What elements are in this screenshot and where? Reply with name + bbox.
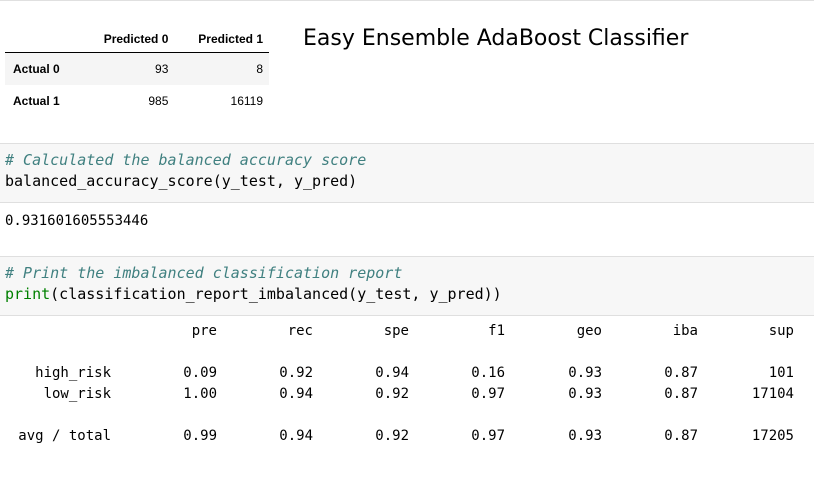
report-value: 17104 bbox=[751, 386, 794, 402]
code-line: balanced_accuracy_score(y_test, y_pred) bbox=[5, 172, 358, 190]
row-header: Actual 0 bbox=[13, 62, 60, 76]
report-value: 0.09 bbox=[183, 365, 217, 381]
report-value: 0.99 bbox=[183, 428, 217, 444]
code-comment: # Calculated the balanced accuracy score bbox=[5, 151, 367, 169]
report-header: sup bbox=[768, 323, 794, 339]
report-value: 0.92 bbox=[279, 365, 313, 381]
report-header: spe bbox=[383, 323, 409, 339]
report-value: 0.97 bbox=[471, 428, 505, 444]
report-value: 0.97 bbox=[471, 386, 505, 402]
code-line: (classification_report_imbalanced(y_test… bbox=[50, 285, 502, 303]
report-header: iba bbox=[672, 323, 698, 339]
report-value: 101 bbox=[768, 365, 794, 381]
report-row-label: avg / total bbox=[18, 428, 111, 444]
report-value: 0.87 bbox=[664, 428, 698, 444]
table-row: Actual 1 985 16119 bbox=[5, 85, 269, 117]
report-value: 0.16 bbox=[471, 365, 505, 381]
report-value: 0.93 bbox=[568, 428, 602, 444]
corner-cell bbox=[5, 26, 80, 53]
table-header-row: Predicted 0 Predicted 1 bbox=[5, 26, 269, 53]
table-cell: 985 bbox=[148, 94, 169, 108]
cell-output-accuracy: 0.931601605553446 bbox=[5, 213, 149, 229]
top-divider bbox=[0, 0, 814, 1]
report-header: pre bbox=[191, 323, 217, 339]
report-value: 0.92 bbox=[375, 428, 409, 444]
report-header: geo bbox=[576, 323, 602, 339]
report-value: 0.94 bbox=[375, 365, 409, 381]
report-value: 0.93 bbox=[568, 386, 602, 402]
report-value: 0.87 bbox=[664, 386, 698, 402]
report-header: rec bbox=[287, 323, 313, 339]
report-value: 0.87 bbox=[664, 365, 698, 381]
report-value: 0.94 bbox=[279, 428, 313, 444]
code-comment: # Print the imbalanced classification re… bbox=[5, 264, 403, 282]
code-builtin: print bbox=[5, 285, 51, 303]
report-header: f1 bbox=[488, 323, 505, 339]
report-row-label: low_risk bbox=[43, 386, 111, 402]
page-title: Easy Ensemble AdaBoost Classifier bbox=[303, 26, 689, 51]
report-row-label: high_risk bbox=[35, 365, 111, 381]
row-header: Actual 1 bbox=[13, 94, 60, 108]
column-header: Predicted 1 bbox=[174, 26, 269, 53]
report-value: 0.93 bbox=[568, 365, 602, 381]
report-value: 0.92 bbox=[375, 386, 409, 402]
table-row: Actual 0 93 8 bbox=[5, 52, 269, 85]
table-cell: 16119 bbox=[230, 94, 263, 108]
code-cell-classification-report[interactable]: # Print the imbalanced classification re… bbox=[0, 256, 814, 316]
report-value: 17205 bbox=[751, 428, 794, 444]
report-value: 0.94 bbox=[279, 386, 313, 402]
table-cell: 8 bbox=[256, 62, 263, 76]
table-cell: 93 bbox=[155, 62, 169, 76]
report-value: 1.00 bbox=[183, 386, 217, 402]
code-cell-balanced-accuracy[interactable]: # Calculated the balanced accuracy score… bbox=[0, 143, 814, 203]
column-header: Predicted 0 bbox=[79, 26, 175, 53]
confusion-matrix-table: Predicted 0 Predicted 1 Actual 0 93 8 Ac… bbox=[5, 26, 269, 117]
